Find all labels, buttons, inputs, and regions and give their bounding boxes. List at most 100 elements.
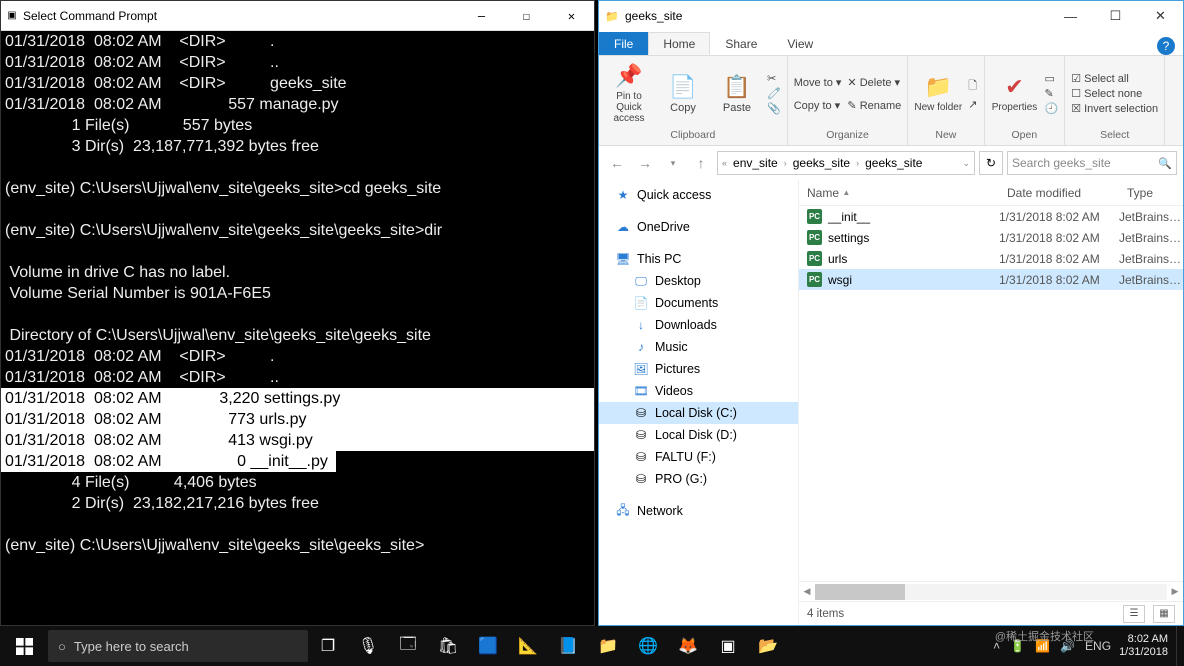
tab-view[interactable]: View xyxy=(772,32,828,55)
cut-icon[interactable]: ✂ xyxy=(767,72,781,85)
mic-icon[interactable]: 🎙 xyxy=(348,626,388,666)
horizontal-scrollbar[interactable]: ◀ ▶ xyxy=(799,581,1183,601)
cmd-titlebar[interactable]: ▣ Select Command Prompt — ☐ ✕ xyxy=(1,1,594,31)
nav-local-disk-c[interactable]: ⛁Local Disk (C:) xyxy=(599,402,798,424)
taskbar-app[interactable]: 📐 xyxy=(508,626,548,666)
minimize-button[interactable]: — xyxy=(459,1,504,31)
nav-drive-f[interactable]: ⛁FALTU (F:) xyxy=(599,446,798,468)
icons-view-button[interactable]: ▦ xyxy=(1153,605,1175,623)
nav-documents[interactable]: 📄Documents xyxy=(599,292,798,314)
open-icon[interactable]: ▭ xyxy=(1045,72,1059,85)
nav-videos[interactable]: 🎞Videos xyxy=(599,380,798,402)
properties-button[interactable]: ✔Properties xyxy=(991,74,1039,113)
nav-desktop[interactable]: 🖵Desktop xyxy=(599,270,798,292)
nav-network[interactable]: 🖧Network xyxy=(599,500,798,522)
breadcrumb[interactable]: « env_site › geeks_site › geeks_site ⌄ xyxy=(717,151,975,175)
search-input[interactable]: Search geeks_site 🔍 xyxy=(1007,151,1177,175)
help-icon[interactable]: ? xyxy=(1157,37,1175,55)
taskbar-firefox[interactable]: 🦊 xyxy=(668,626,708,666)
file-list[interactable]: PC__init__1/31/2018 8:02 AMJetBrains PyC… xyxy=(799,206,1183,581)
details-view-button[interactable]: ☰ xyxy=(1123,605,1145,623)
new-item-icon[interactable]: 🗋 xyxy=(968,77,977,96)
paste-button[interactable]: 📋Paste xyxy=(713,74,761,114)
system-tray[interactable]: ˄ 🔋 📶 🔊 ENG xyxy=(993,639,1111,653)
scroll-right-icon[interactable]: ▶ xyxy=(1167,586,1183,597)
invert-selection-button[interactable]: ☒ Invert selection xyxy=(1071,102,1158,115)
header-name[interactable]: Name ▲ xyxy=(799,186,999,200)
new-folder-button[interactable]: 📁New folder xyxy=(914,74,962,113)
up-button[interactable]: ↑ xyxy=(689,151,713,175)
nav-this-pc[interactable]: 🖥This PC xyxy=(599,248,798,270)
column-headers[interactable]: Name ▲ Date modified Type xyxy=(799,180,1183,206)
easy-access-icon[interactable]: ↗ xyxy=(968,98,977,111)
scroll-left-icon[interactable]: ◀ xyxy=(799,586,815,597)
breadcrumb-part[interactable]: env_site xyxy=(729,156,782,170)
pin-quick-access-button[interactable]: 📌Pin to Quick access xyxy=(605,63,653,124)
close-button[interactable]: ✕ xyxy=(549,1,594,31)
taskbar-app[interactable]: 🗔 xyxy=(388,626,428,666)
recent-button[interactable]: ▾ xyxy=(661,151,685,175)
taskbar-chrome[interactable]: 🌐 xyxy=(628,626,668,666)
tray-volume-icon[interactable]: 🔊 xyxy=(1060,639,1075,653)
nav-pictures[interactable]: 🖼Pictures xyxy=(599,358,798,380)
nav-downloads[interactable]: ↓Downloads xyxy=(599,314,798,336)
breadcrumb-part[interactable]: geeks_site xyxy=(789,156,854,170)
task-view-button[interactable]: ❐ xyxy=(308,626,348,666)
rename-button[interactable]: ✎ Rename xyxy=(847,99,901,112)
tray-network-icon[interactable]: 📶 xyxy=(1035,639,1050,653)
close-button[interactable]: ✕ xyxy=(1138,1,1183,31)
maximize-button[interactable]: ☐ xyxy=(504,1,549,31)
file-row[interactable]: PCwsgi1/31/2018 8:02 AMJetBrains PyChar.… xyxy=(799,269,1183,290)
taskbar-app[interactable]: 📘 xyxy=(548,626,588,666)
file-row[interactable]: PCsettings1/31/2018 8:02 AMJetBrains PyC… xyxy=(799,227,1183,248)
refresh-button[interactable]: ↻ xyxy=(979,151,1003,175)
show-desktop-button[interactable] xyxy=(1176,626,1184,666)
select-all-button[interactable]: ☑ Select all xyxy=(1071,72,1158,85)
history-icon[interactable]: 🕘 xyxy=(1045,102,1059,115)
header-type[interactable]: Type xyxy=(1119,186,1183,200)
scrollbar-thumb[interactable] xyxy=(815,584,905,600)
nav-music[interactable]: ♪Music xyxy=(599,336,798,358)
file-row[interactable]: PC__init__1/31/2018 8:02 AMJetBrains PyC… xyxy=(799,206,1183,227)
taskbar-app[interactable]: 📁 xyxy=(588,626,628,666)
breadcrumb-part[interactable]: geeks_site xyxy=(861,156,926,170)
start-button[interactable] xyxy=(0,626,48,666)
file-row[interactable]: PCurls1/31/2018 8:02 AMJetBrains PyChar.… xyxy=(799,248,1183,269)
tray-ime-icon[interactable]: ENG xyxy=(1085,639,1111,653)
nav-quick-access[interactable]: ★Quick access xyxy=(599,184,798,206)
taskbar-cmd[interactable]: ▣ xyxy=(708,626,748,666)
nav-onedrive[interactable]: ☁OneDrive xyxy=(599,216,798,238)
tray-icon[interactable]: 🔋 xyxy=(1010,639,1025,653)
taskbar-search-input[interactable]: ○ Type here to search xyxy=(48,630,308,662)
nav-local-disk-d[interactable]: ⛁Local Disk (D:) xyxy=(599,424,798,446)
copy-button[interactable]: 📄Copy xyxy=(659,74,707,114)
ribbon-tabs: File Home Share View ? xyxy=(599,31,1183,56)
explorer-titlebar[interactable]: 📁 geeks_site — ☐ ✕ xyxy=(599,1,1183,31)
cmd-line: 01/31/2018 08:02 AM 413 wsgi.py xyxy=(1,430,594,451)
tab-file[interactable]: File xyxy=(599,32,648,55)
cmd-content[interactable]: 01/31/2018 08:02 AM <DIR> .01/31/2018 08… xyxy=(1,31,594,556)
forward-button[interactable]: → xyxy=(633,151,657,175)
taskbar-app-store[interactable]: 🛍 xyxy=(428,626,468,666)
maximize-button[interactable]: ☐ xyxy=(1093,1,1138,31)
paste-shortcut-icon[interactable]: 📎 xyxy=(767,102,781,115)
taskbar-clock[interactable]: 8:02 AM 1/31/2018 xyxy=(1111,633,1176,659)
minimize-button[interactable]: — xyxy=(1048,1,1093,31)
delete-button[interactable]: ✕ Delete ▾ xyxy=(847,76,901,89)
nav-drive-g[interactable]: ⛁PRO (G:) xyxy=(599,468,798,490)
select-none-button[interactable]: ☐ Select none xyxy=(1071,87,1158,100)
taskbar-explorer[interactable]: 📂 xyxy=(748,626,788,666)
copy-path-icon[interactable]: 🧷 xyxy=(767,87,781,100)
navigation-pane[interactable]: ★Quick access ☁OneDrive 🖥This PC 🖵Deskto… xyxy=(599,180,799,625)
copy-to-button[interactable]: Copy to ▾ xyxy=(794,99,842,112)
taskbar-app[interactable]: 🟦 xyxy=(468,626,508,666)
back-button[interactable]: ← xyxy=(605,151,629,175)
move-to-button[interactable]: Move to ▾ xyxy=(794,76,842,89)
header-date[interactable]: Date modified xyxy=(999,186,1119,200)
edit-icon[interactable]: ✎ xyxy=(1045,87,1059,100)
tray-chevron-icon[interactable]: ˄ xyxy=(993,639,1000,653)
cmd-line xyxy=(1,199,594,220)
chevron-down-icon[interactable]: ⌄ xyxy=(962,158,970,169)
tab-share[interactable]: Share xyxy=(710,32,772,55)
tab-home[interactable]: Home xyxy=(648,32,710,55)
